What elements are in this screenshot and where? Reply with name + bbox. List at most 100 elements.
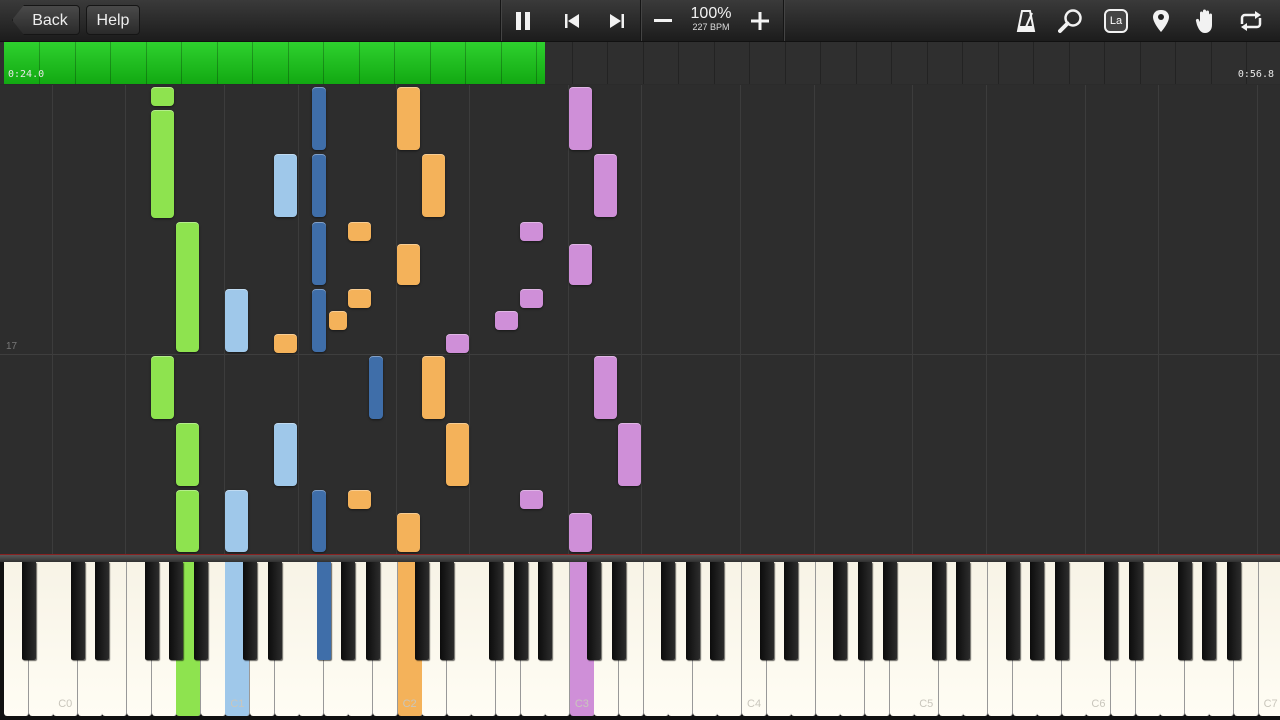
faster-button[interactable] [738,0,782,41]
black-key[interactable] [316,562,331,660]
hand-icon [1195,9,1212,33]
black-key[interactable] [439,562,454,660]
label-button[interactable]: La [1094,0,1138,41]
progress-tick [1175,42,1176,84]
black-key[interactable] [513,562,528,660]
progress-tick [465,42,466,84]
black-key[interactable] [1177,562,1192,660]
song-progress-bar[interactable]: 0:24.0 0:56.8 [0,42,1280,84]
note-purple [569,87,592,150]
black-key[interactable] [1128,562,1143,660]
black-key[interactable] [70,562,85,660]
black-key[interactable] [1054,562,1069,660]
note-purple [520,289,543,308]
black-key[interactable] [784,562,799,660]
plus-icon [751,11,769,30]
key-guide-line [396,85,397,556]
hand-button[interactable] [1184,0,1228,41]
black-key[interactable] [1030,562,1045,660]
note-purple [495,311,518,330]
metronome-button[interactable] [1004,0,1048,41]
key-label: C6 [1091,698,1106,710]
black-key[interactable] [538,562,553,660]
black-key[interactable] [612,562,626,660]
progress-tick [891,42,892,84]
black-key[interactable] [833,562,848,660]
progress-tick [110,42,111,84]
black-key[interactable] [661,562,676,660]
key-guide-line [298,85,299,556]
note-orange [397,244,420,285]
zoom-button[interactable] [1049,0,1093,41]
black-key[interactable] [759,562,774,660]
key-guide-line [814,85,815,556]
key-label: C0 [58,698,73,710]
progress-fill [4,42,546,84]
loop-button[interactable] [1229,0,1273,41]
black-key[interactable] [1202,562,1217,660]
total-time: 0:56.8 [1237,69,1274,80]
key-guide-line [986,85,987,556]
black-key[interactable] [267,562,282,660]
note-orange [329,311,347,330]
black-key[interactable] [341,562,356,660]
black-key[interactable] [931,562,946,660]
note-lightblue [274,154,297,217]
white-key[interactable]: C7 [1258,562,1280,716]
note-orange [422,356,445,419]
black-key[interactable] [858,562,872,660]
key-guide-line [568,85,569,556]
black-key[interactable] [710,562,725,660]
marker-icon [1153,9,1169,32]
marker-button[interactable] [1139,0,1183,41]
black-key[interactable] [1227,562,1241,660]
key-guide-line [1085,85,1086,556]
black-key[interactable] [882,562,897,660]
back-button[interactable]: Back [12,5,80,35]
help-button[interactable]: Help [86,5,140,35]
piano-keyboard[interactable]: C0 C1 C2 C3 C4 C5 C6 C7 [0,562,1280,720]
skip-forward-button[interactable] [595,0,639,41]
falling-notes-area[interactable]: 17 [0,85,1280,556]
skip-back-button[interactable] [550,0,594,41]
pause-icon [516,11,530,30]
note-darkblue [369,356,383,419]
note-purple [520,490,543,509]
note-orange [274,334,297,353]
black-key[interactable] [956,562,971,660]
black-key[interactable] [21,562,36,660]
note-orange [348,490,371,509]
black-key[interactable] [95,562,110,660]
pause-button[interactable] [501,0,545,41]
speed-display: 100% 227 BPM [686,5,736,32]
black-key[interactable] [489,562,503,660]
black-key[interactable] [193,562,208,660]
note-green [151,110,174,218]
black-key[interactable] [169,562,184,660]
note-green [151,356,174,419]
progress-tick [1068,42,1070,84]
black-key[interactable] [1005,562,1020,660]
toolbar: Back Help 100% 227 BPM La [0,0,1280,42]
black-key[interactable] [243,562,257,660]
note-purple [594,356,617,419]
black-key[interactable] [415,562,430,660]
key-label: C2 [402,698,417,710]
black-key[interactable] [366,562,380,660]
progress-tick [1139,42,1141,84]
progress-tick [571,42,573,84]
progress-tick [358,42,360,84]
note-orange [422,154,445,217]
black-key[interactable] [144,562,159,660]
loop-icon [1240,10,1262,31]
black-key[interactable] [587,562,602,660]
metronome-icon [1016,9,1036,32]
black-key[interactable] [685,562,700,660]
skip-back-icon [565,13,579,28]
skip-forward-icon [610,13,624,28]
progress-tick [500,42,502,84]
note-orange [348,222,371,241]
note-green [176,222,199,352]
black-key[interactable] [1104,562,1118,660]
slower-button[interactable] [641,0,685,41]
